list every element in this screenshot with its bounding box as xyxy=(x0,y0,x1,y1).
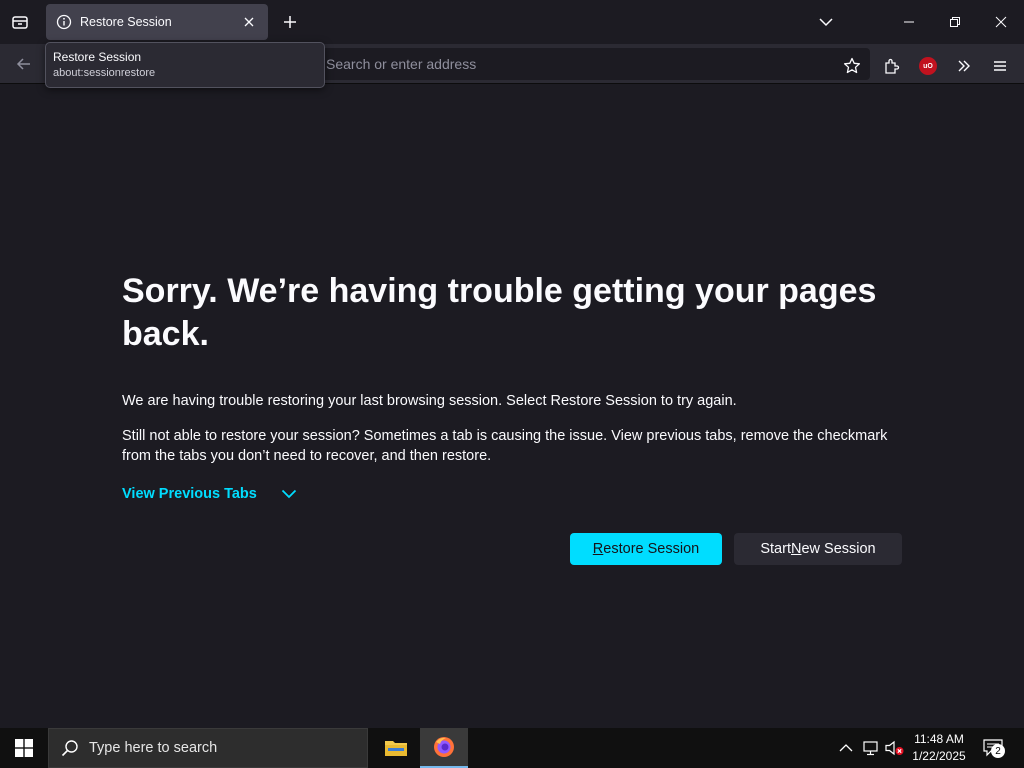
help-paragraph: Still not able to restore your session? … xyxy=(122,428,888,464)
tab-restore-session[interactable]: Restore Session xyxy=(46,4,268,40)
notifications-button[interactable]: 2 xyxy=(980,736,1006,760)
taskbar-search-box[interactable]: Type here to search xyxy=(48,728,368,768)
firefox-taskbar-button[interactable] xyxy=(420,728,468,768)
arrow-left-icon xyxy=(16,58,30,70)
firefox-view-icon xyxy=(12,16,28,29)
network-status-button[interactable] xyxy=(861,738,881,758)
chevron-down-icon xyxy=(281,489,297,499)
tab-close-button[interactable] xyxy=(240,13,258,31)
view-previous-tabs-toggle[interactable]: View Previous Tabs xyxy=(122,486,297,502)
ublock-origin-icon: uO xyxy=(919,57,937,75)
new-tab-button[interactable] xyxy=(278,10,302,34)
file-explorer-taskbar-button[interactable] xyxy=(372,728,420,768)
description-paragraph: We are having trouble restoring your las… xyxy=(122,393,737,409)
new-session-label-accel: N xyxy=(790,541,802,557)
restore-window-button[interactable] xyxy=(932,0,978,44)
speaker-muted-icon xyxy=(885,740,904,756)
screen: Restore Session Search or enter address … xyxy=(0,0,1024,768)
restore-window-icon xyxy=(950,17,960,27)
tab-strip: Restore Session xyxy=(0,0,1024,44)
tab-title: Restore Session xyxy=(80,15,172,29)
app-menu-button[interactable] xyxy=(986,52,1014,80)
back-button[interactable] xyxy=(10,50,38,78)
chevron-up-icon xyxy=(839,744,853,752)
start-button[interactable] xyxy=(0,728,48,768)
volume-button[interactable] xyxy=(885,738,905,758)
url-input[interactable] xyxy=(326,48,826,80)
windows-logo-icon xyxy=(15,739,33,757)
page-title: Sorry. We’re having trouble getting your… xyxy=(122,272,877,353)
ublock-origin-button[interactable]: uO xyxy=(914,52,942,80)
plus-icon xyxy=(284,16,296,28)
chevron-down-icon xyxy=(819,18,833,27)
minimize-icon xyxy=(904,21,914,23)
star-icon xyxy=(843,57,861,74)
firefox-icon xyxy=(434,737,454,757)
tab-tooltip: Restore Session about:sessionrestore xyxy=(45,42,325,88)
tooltip-title: Restore Session xyxy=(53,50,142,64)
minimize-button[interactable] xyxy=(886,0,932,44)
bookmark-button[interactable] xyxy=(840,54,864,78)
search-icon xyxy=(61,740,78,757)
new-session-label-suffix: ew Session xyxy=(801,541,876,557)
puzzle-icon xyxy=(885,58,900,74)
clock-time: 11:48 AM xyxy=(914,732,964,746)
taskbar-clock[interactable]: 11:48 AM 1/22/2025 xyxy=(906,731,972,765)
restore-label-accel: R xyxy=(592,541,604,557)
start-new-session-button[interactable]: Start New Session xyxy=(734,533,902,565)
extensions-button[interactable] xyxy=(878,52,906,80)
hamburger-menu-icon xyxy=(994,61,1006,71)
show-hidden-icons-button[interactable] xyxy=(836,738,856,758)
new-session-label-prefix: Start xyxy=(760,541,791,557)
page-content: Sorry. We’re having trouble getting your… xyxy=(0,85,1024,728)
restore-label-suffix: estore Session xyxy=(603,541,700,557)
list-all-tabs-button[interactable] xyxy=(814,10,838,34)
folder-icon xyxy=(385,741,407,756)
close-window-button[interactable] xyxy=(978,0,1024,44)
info-icon xyxy=(56,14,72,30)
clock-date: 1/22/2025 xyxy=(912,749,966,763)
restore-session-button[interactable]: Restore Session xyxy=(570,533,722,565)
double-chevron-right-icon xyxy=(958,60,970,72)
more-tools-button[interactable] xyxy=(950,52,978,80)
taskbar-search-placeholder: Type here to search xyxy=(89,740,218,756)
notification-count-badge: 2 xyxy=(991,744,1005,758)
view-previous-tabs-label: View Previous Tabs xyxy=(122,486,257,502)
network-icon xyxy=(863,741,878,756)
taskbar: Type here to search 11:48 AM 1/22/2025 2 xyxy=(0,728,1024,768)
close-icon xyxy=(995,16,1007,28)
firefox-view-button[interactable] xyxy=(6,8,34,36)
tooltip-url: about:sessionrestore xyxy=(53,67,156,79)
close-icon xyxy=(244,17,254,27)
